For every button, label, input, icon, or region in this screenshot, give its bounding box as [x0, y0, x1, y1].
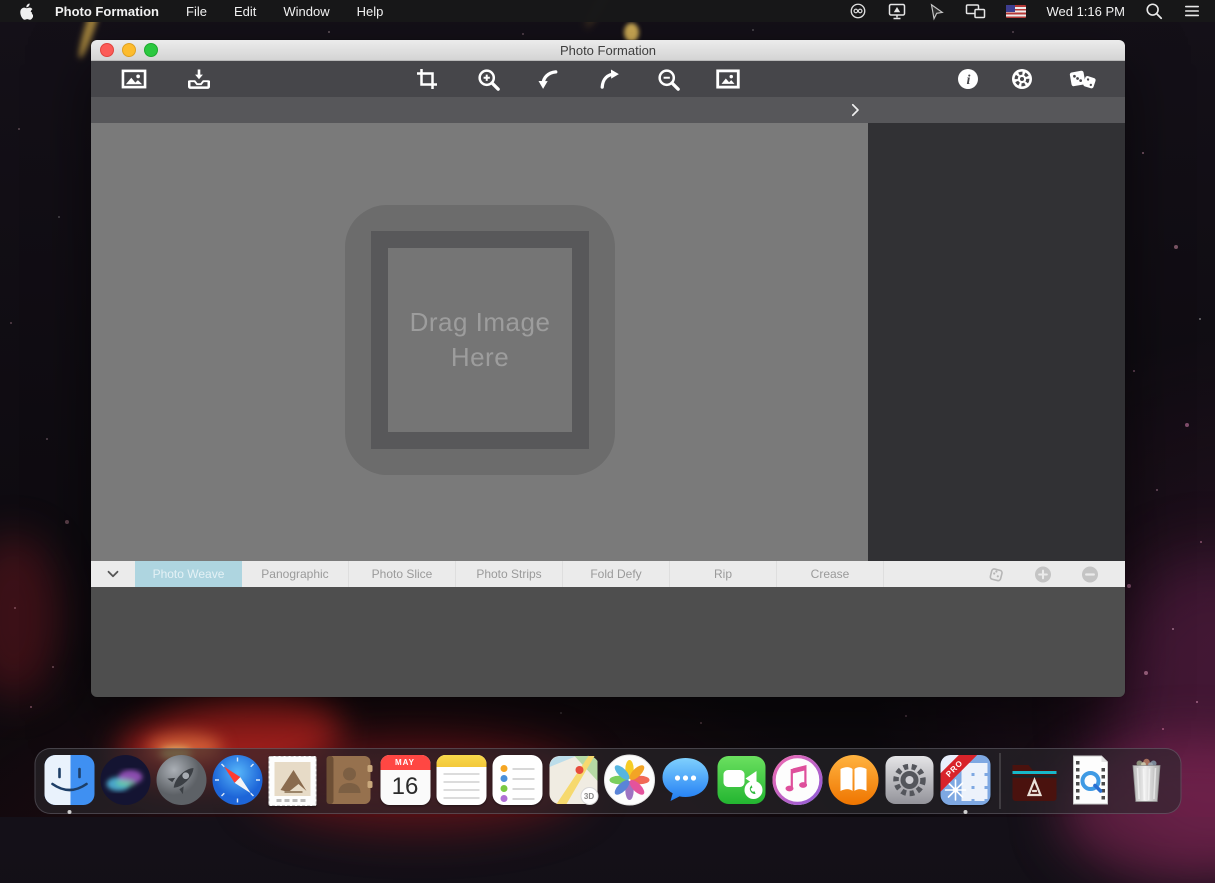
dock-itunes-icon[interactable] — [770, 753, 824, 807]
traffic-lights — [100, 40, 158, 60]
dock-photos-icon[interactable] — [602, 753, 656, 807]
notification-center-icon[interactable] — [1183, 3, 1201, 19]
dock-contacts-icon[interactable] — [322, 753, 376, 807]
maps-3d-badge: 3D — [580, 787, 598, 805]
calendar-month-label: MAY — [380, 755, 430, 770]
effect-options-panel — [91, 587, 1125, 697]
dock-mail-icon[interactable] — [266, 753, 320, 807]
menu-bar: Photo Formation File Edit Window Help We… — [0, 0, 1215, 22]
tab-crease[interactable]: Crease — [777, 561, 884, 587]
redo-icon[interactable] — [594, 64, 624, 94]
dock: MAY 16 3D PRO — [34, 748, 1181, 814]
dock-siri-icon[interactable] — [98, 753, 152, 807]
dock-maps-icon[interactable]: 3D — [546, 753, 600, 807]
drop-zone-frame: Drag Image Here — [371, 231, 589, 449]
desktop: { "menu_bar": { "app_name": "Photo Forma… — [0, 0, 1215, 817]
calendar-day-label: 16 — [380, 770, 430, 803]
dock-launchpad-icon[interactable] — [154, 753, 208, 807]
dock-adobe-acrobat-folder-icon[interactable] — [1007, 753, 1061, 807]
creative-cloud-icon[interactable] — [849, 2, 867, 20]
image-drop-zone[interactable]: Drag Image Here — [345, 205, 615, 475]
menu-help[interactable]: Help — [357, 4, 384, 19]
panel-expander-chevron-right-icon[interactable] — [843, 98, 867, 122]
import-image-icon[interactable] — [184, 64, 214, 94]
minimize-button[interactable] — [122, 43, 136, 57]
window-title: Photo Formation — [560, 43, 656, 58]
info-icon[interactable]: i — [953, 64, 983, 94]
dock-photo-formation-pro-icon[interactable]: PRO — [938, 753, 992, 807]
window-title-bar[interactable]: Photo Formation — [91, 40, 1125, 61]
tab-photo-weave[interactable]: Photo Weave — [135, 561, 242, 587]
dock-reminders-icon[interactable] — [490, 753, 544, 807]
svg-text:i: i — [967, 73, 971, 88]
photo-formation-window: Photo Formation i — [91, 40, 1125, 697]
photo-formation-running-dot — [963, 810, 967, 814]
dock-system-preferences-icon[interactable] — [882, 753, 936, 807]
menu-edit[interactable]: Edit — [234, 4, 256, 19]
add-plus-icon[interactable] — [1034, 565, 1052, 583]
spotlight-search-icon[interactable] — [1145, 2, 1163, 20]
crop-icon[interactable] — [412, 64, 442, 94]
dock-finder-icon[interactable] — [42, 753, 96, 807]
cursor-tool-icon[interactable] — [927, 2, 945, 21]
image-canvas: Drag Image Here — [91, 123, 868, 561]
image-effects-icon[interactable] — [713, 64, 743, 94]
dock-quicktime-document-icon[interactable] — [1063, 753, 1117, 807]
menu-bar-status-area: Wed 1:16 PM — [849, 2, 1215, 21]
drop-zone-placeholder: Drag Image Here — [393, 305, 568, 375]
dock-notes-icon[interactable] — [434, 753, 488, 807]
dock-messages-icon[interactable] — [658, 753, 712, 807]
dock-trash-icon[interactable] — [1119, 753, 1173, 807]
tab-fold-defy[interactable]: Fold Defy — [563, 561, 670, 587]
settings-icon[interactable] — [1007, 64, 1037, 94]
remove-minus-icon[interactable] — [1081, 565, 1099, 583]
randomize-dice-small-icon[interactable] — [987, 565, 1005, 583]
active-app-name[interactable]: Photo Formation — [55, 4, 159, 19]
finder-running-dot — [67, 810, 71, 814]
menu-bar-clock[interactable]: Wed 1:16 PM — [1046, 4, 1125, 19]
tab-panographic[interactable]: Panographic — [242, 561, 349, 587]
displays-icon[interactable] — [965, 3, 986, 20]
main-toolbar: i — [91, 61, 1125, 97]
collapse-chevron-down-icon[interactable] — [91, 561, 135, 587]
tab-photo-slice[interactable]: Photo Slice — [349, 561, 456, 587]
menu-file[interactable]: File — [186, 4, 207, 19]
zoom-out-icon[interactable] — [653, 64, 683, 94]
dock-facetime-icon[interactable] — [714, 753, 768, 807]
effects-tab-bar: Photo Weave Panographic Photo Slice Phot… — [91, 561, 1125, 587]
airplay-display-icon[interactable] — [887, 2, 907, 21]
dock-safari-icon[interactable] — [210, 753, 264, 807]
randomize-dice-icon[interactable] — [1068, 64, 1098, 94]
content-area: Drag Image Here — [91, 123, 1125, 561]
tab-bar-actions — [987, 561, 1099, 587]
side-panel — [868, 123, 1125, 561]
dock-calendar-icon[interactable]: MAY 16 — [378, 753, 432, 807]
dock-divider — [999, 753, 1000, 809]
undo-icon[interactable] — [533, 64, 563, 94]
menu-window[interactable]: Window — [283, 4, 329, 19]
us-flag-input-icon[interactable] — [1006, 5, 1026, 18]
apple-menu-icon[interactable] — [19, 3, 33, 20]
dock-ibooks-icon[interactable] — [826, 753, 880, 807]
zoom-button[interactable] — [144, 43, 158, 57]
close-button[interactable] — [100, 43, 114, 57]
nebula-red-left — [0, 535, 61, 700]
secondary-bar — [91, 97, 1125, 123]
zoom-in-icon[interactable] — [473, 64, 503, 94]
tab-photo-strips[interactable]: Photo Strips — [456, 561, 563, 587]
open-image-icon[interactable] — [119, 64, 149, 94]
tab-rip[interactable]: Rip — [670, 561, 777, 587]
